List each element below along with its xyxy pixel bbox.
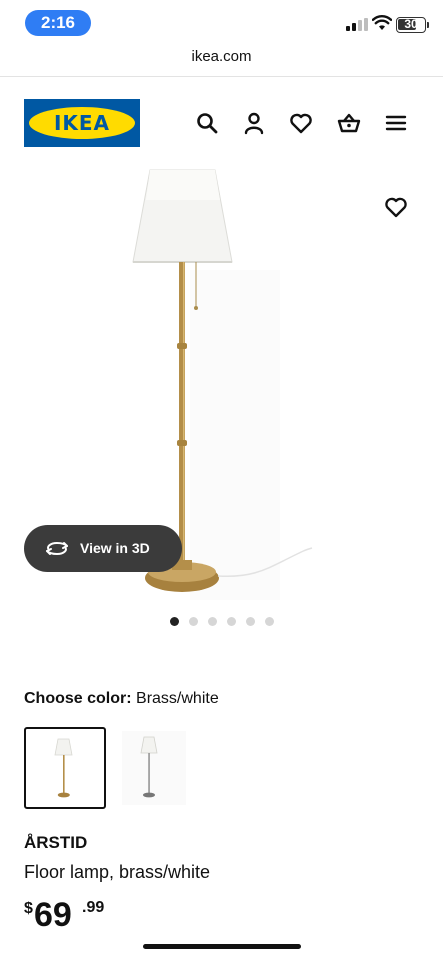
color-swatch-brass-white[interactable]: [24, 727, 106, 809]
cellular-signal-icon: [346, 18, 368, 31]
menu-icon[interactable]: [383, 110, 409, 136]
gallery-dot[interactable]: [170, 617, 179, 626]
address-bar[interactable]: ikea.com: [0, 48, 443, 65]
color-chooser-label: Choose color: Brass/white: [24, 690, 219, 708]
view-in-3d-label: View in 3D: [80, 540, 150, 556]
battery-icon: 30: [396, 17, 429, 33]
gallery-dot[interactable]: [265, 617, 274, 626]
wifi-icon: [371, 14, 393, 32]
product-name: ÅRSTID: [24, 833, 88, 852]
color-chooser-title: Choose color:: [24, 690, 132, 707]
product-wishlist-icon[interactable]: [383, 194, 409, 220]
price-currency: $: [24, 900, 33, 917]
gallery-dot[interactable]: [189, 617, 198, 626]
status-bar: 2:16 30: [0, 0, 443, 44]
address-divider: [0, 76, 443, 77]
price-integer: 69: [34, 896, 72, 934]
gallery-dot[interactable]: [208, 617, 217, 626]
price-decimal: .99: [82, 899, 105, 916]
home-indicator[interactable]: [143, 944, 301, 949]
selected-color-value: Brass/white: [136, 690, 219, 707]
gallery-dot[interactable]: [246, 617, 255, 626]
status-time: 2:16: [25, 10, 91, 36]
logo-text: IKEA: [53, 111, 111, 135]
product-description: Floor lamp, brass/white: [24, 862, 211, 882]
wishlist-icon[interactable]: [288, 110, 314, 136]
battery-level: 30: [404, 17, 418, 31]
search-icon[interactable]: [194, 110, 220, 136]
cart-icon[interactable]: [336, 110, 362, 136]
ikea-logo[interactable]: IKEA: [24, 99, 140, 147]
rotate-3d-icon: [44, 538, 70, 558]
account-icon[interactable]: [241, 110, 267, 136]
view-in-3d-button[interactable]: View in 3D: [24, 525, 182, 572]
color-swatch-alt[interactable]: [108, 727, 190, 809]
gallery-dot[interactable]: [227, 617, 236, 626]
